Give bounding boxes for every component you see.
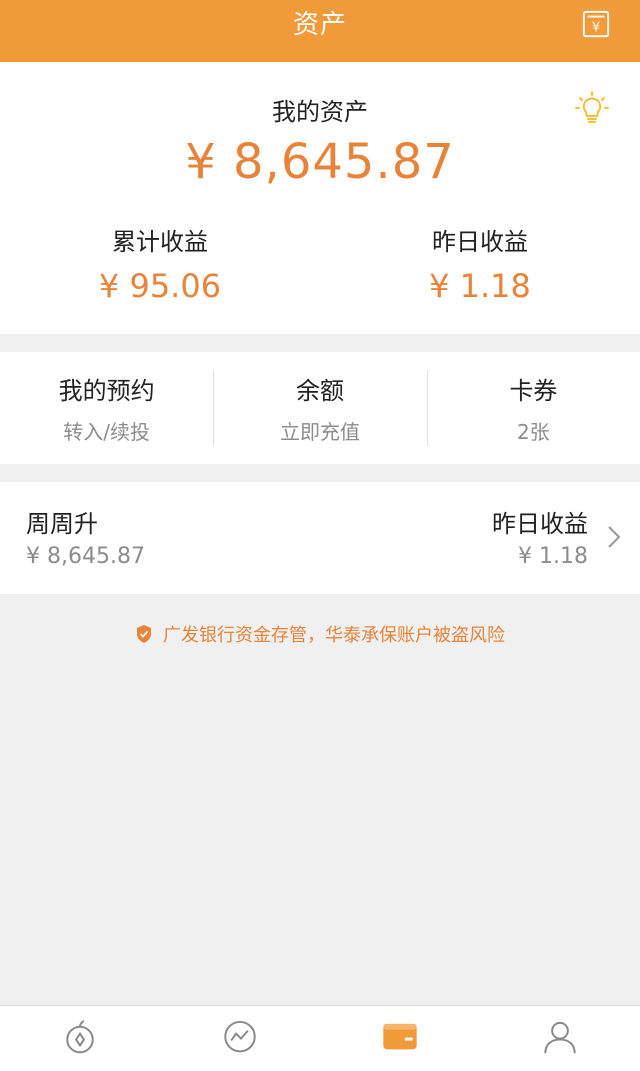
action-subtitle: 2张 [516, 420, 550, 444]
wallet-yuan-icon: ¥ [582, 10, 610, 38]
page-title: 资产 [292, 9, 347, 40]
product-yesterday-label: 昨日收益 [492, 510, 588, 538]
bottom-tab-bar [0, 1005, 640, 1071]
cumulative-earnings-label: 累计收益 [112, 228, 208, 256]
yesterday-earnings: 昨日收益 ¥ 1.18 [320, 222, 640, 305]
top-nav-bar: 资产 ¥ [0, 0, 640, 62]
product-amount: ¥ 8,645.87 [26, 544, 145, 569]
asset-title: 我的资产 [272, 98, 368, 126]
tab-market[interactable] [160, 1006, 320, 1071]
cumulative-earnings: 累计收益 ¥ 95.06 [0, 222, 320, 305]
action-subtitle: 转入/续投 [63, 420, 151, 444]
action-title: 余额 [295, 377, 344, 405]
yesterday-earnings-label: 昨日收益 [432, 228, 528, 256]
action-title: 卡券 [509, 377, 558, 405]
shield-check-icon [137, 625, 151, 643]
card-icon [383, 1023, 417, 1050]
coin-icon [66, 1020, 94, 1054]
cumulative-earnings-value: ¥ 95.06 [98, 267, 222, 305]
product-yesterday-value: ¥ 1.18 [518, 544, 588, 569]
action-reservation[interactable]: 我的预约 转入/续投 [0, 352, 213, 464]
chevron-right-icon [608, 526, 621, 548]
person-icon [544, 1021, 576, 1054]
wallet-button[interactable]: ¥ [580, 8, 612, 40]
asset-summary-card: 我的资产 ¥ 8,645.87 累计收益 ¥ 95.06 昨日收益 ¥ 1.18 [0, 62, 640, 334]
tab-profile[interactable] [480, 1006, 640, 1071]
svg-text:¥: ¥ [592, 21, 600, 36]
security-notice: 广发银行资金存管，华泰承保账户被盗风险 [0, 620, 640, 648]
action-subtitle: 立即充值 [279, 420, 360, 444]
quick-actions: 我的预约 转入/续投 余额 立即充值 卡券 2张 [0, 352, 640, 464]
trend-chart-icon [224, 1020, 256, 1053]
lightbulb-icon[interactable] [572, 90, 612, 130]
yesterday-earnings-value: ¥ 1.18 [429, 267, 531, 305]
action-coupons[interactable]: 卡券 2张 [426, 352, 640, 464]
product-name: 周周升 [26, 510, 98, 538]
action-title: 我的预约 [58, 377, 155, 405]
action-balance[interactable]: 余额 立即充值 [213, 352, 426, 464]
tab-home[interactable] [0, 1006, 160, 1071]
total-asset-value: ¥ 8,645.87 [185, 134, 455, 190]
security-notice-text: 广发银行资金存管，华泰承保账户被盗风险 [163, 625, 505, 646]
tab-assets[interactable] [320, 1006, 480, 1071]
product-row-zhouzhousheng[interactable]: 周周升 ¥ 8,645.87 昨日收益 ¥ 1.18 [0, 482, 640, 594]
